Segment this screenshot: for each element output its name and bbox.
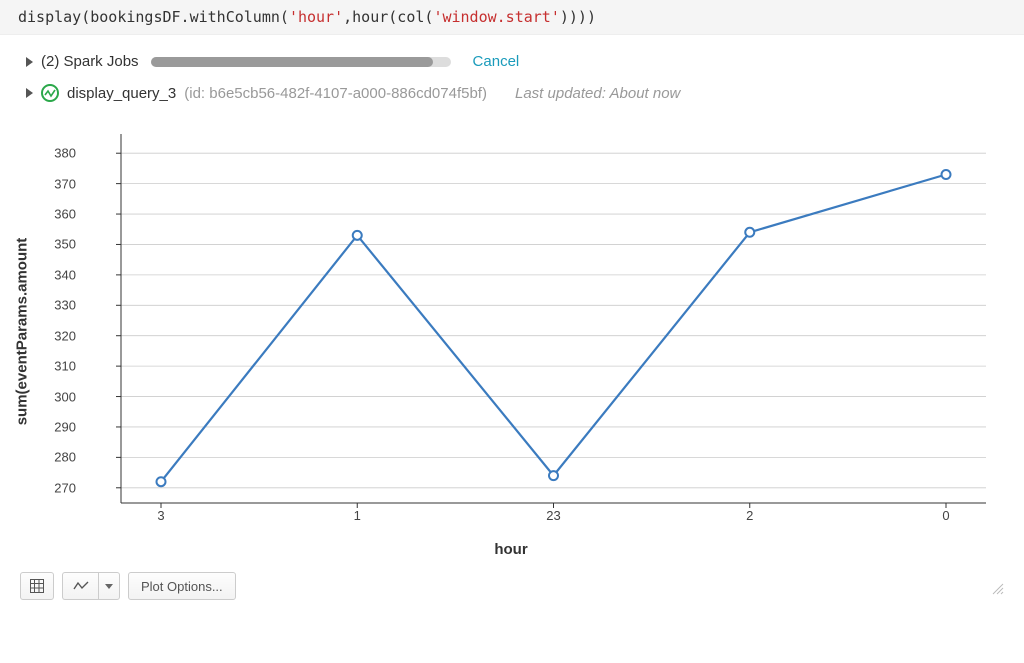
x-tick-label: 2 (746, 508, 753, 523)
y-tick-label: 270 (36, 480, 76, 495)
last-updated-label: Last updated: About now (515, 85, 680, 102)
query-row: display_query_3 (id: b6e5cb56-482f-4107-… (26, 84, 998, 102)
x-axis-label: hour (494, 541, 527, 558)
query-name[interactable]: display_query_3 (67, 85, 176, 102)
y-tick-label: 300 (36, 389, 76, 404)
output-area: (2) Spark Jobs Cancel display_query_3 (i… (0, 35, 1024, 568)
spark-jobs-row: (2) Spark Jobs Cancel (26, 53, 998, 70)
table-view-button[interactable] (20, 572, 54, 600)
code-string: 'window.start' (433, 8, 559, 26)
code-text: display(bookingsDF.withColumn( (18, 8, 289, 26)
code-cell[interactable]: display(bookingsDF.withColumn('hour',hou… (0, 0, 1024, 35)
y-tick-label: 320 (36, 328, 76, 343)
chart-type-caret[interactable] (98, 572, 120, 600)
expand-arrow-icon[interactable] (26, 57, 33, 67)
y-tick-label: 340 (36, 267, 76, 282)
x-tick-label: 1 (354, 508, 361, 523)
y-tick-label: 350 (36, 237, 76, 252)
x-tick-label: 23 (546, 508, 560, 523)
y-tick-label: 310 (36, 359, 76, 374)
chart-type-button[interactable] (62, 572, 98, 600)
chart-svg (26, 128, 996, 528)
y-tick-label: 370 (36, 176, 76, 191)
y-tick-label: 330 (36, 298, 76, 313)
table-icon (30, 579, 44, 593)
chevron-down-icon (105, 584, 113, 589)
x-tick-label: 0 (942, 508, 949, 523)
y-tick-label: 290 (36, 419, 76, 434)
chart-container: sum(eventParams.amount hour 270280290300… (26, 128, 996, 558)
cancel-link[interactable]: Cancel (473, 53, 520, 70)
y-tick-label: 280 (36, 450, 76, 465)
expand-arrow-icon[interactable] (26, 88, 33, 98)
chart-type-dropdown[interactable] (62, 572, 120, 600)
spark-jobs-label[interactable]: (2) Spark Jobs (41, 53, 139, 70)
query-id: (id: b6e5cb56-482f-4107-a000-886cd074f5b… (184, 85, 487, 102)
streaming-query-icon (41, 84, 59, 102)
y-tick-label: 360 (36, 207, 76, 222)
plot-options-button[interactable]: Plot Options... (128, 572, 236, 600)
progress-bar (151, 57, 451, 67)
progress-fill (151, 57, 433, 67)
bottom-toolbar: Plot Options... (0, 568, 1024, 604)
code-text: ,hour(col( (343, 8, 433, 26)
code-string: 'hour' (289, 8, 343, 26)
x-tick-label: 3 (157, 508, 164, 523)
line-chart-icon (73, 580, 89, 592)
code-text: )))) (560, 8, 596, 26)
resize-handle-icon[interactable] (990, 581, 1004, 600)
y-tick-label: 380 (36, 146, 76, 161)
